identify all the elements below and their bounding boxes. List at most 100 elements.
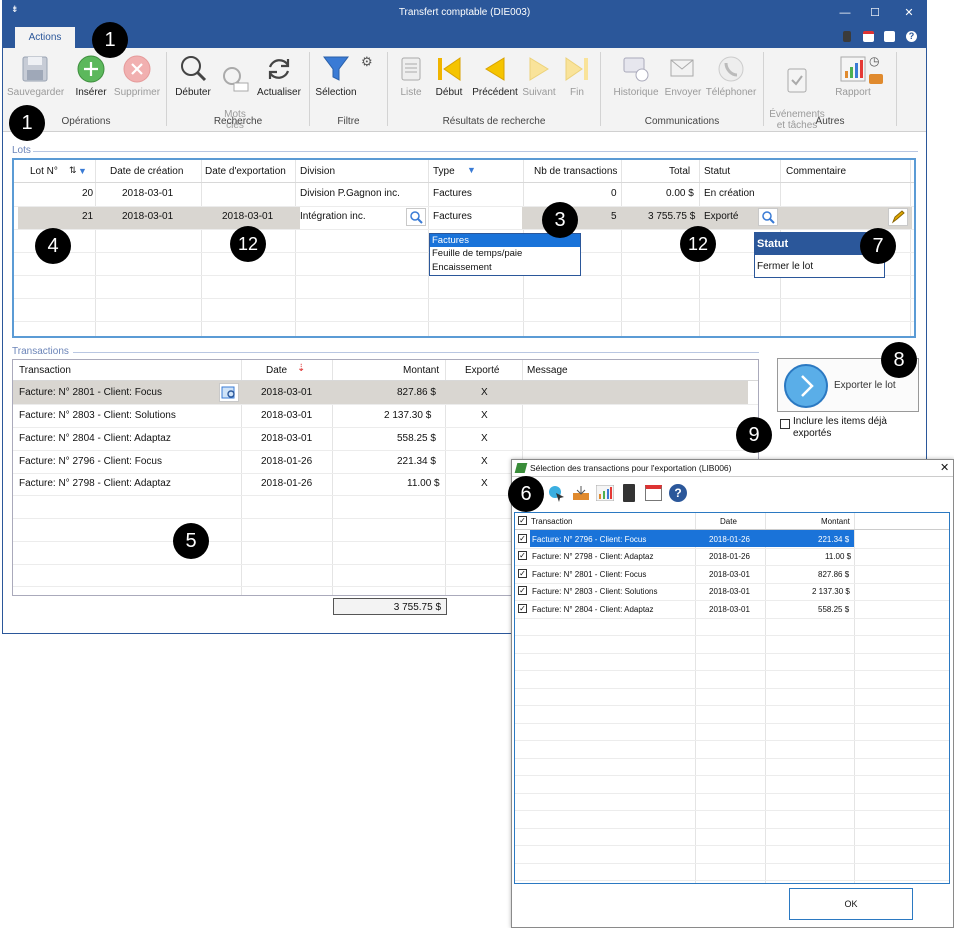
transaction-exported[interactable]: X — [481, 456, 488, 467]
transaction-label[interactable]: Facture: N° 2798 - Client: Adaptaz — [19, 478, 171, 489]
refresh-button[interactable]: Actualiser — [251, 54, 307, 98]
transaction-exported[interactable]: X — [481, 410, 488, 421]
filter-icon[interactable]: ▼ — [78, 166, 87, 176]
transaction-date[interactable]: 2018-01-26 — [261, 456, 312, 467]
dialog-row-date[interactable]: 2018-01-26 — [709, 552, 750, 561]
select-all-checkbox[interactable]: ✓ — [518, 516, 527, 525]
events-button[interactable]: Événements et tâches — [765, 54, 829, 142]
dialog-row-amount[interactable]: 2 137.30 $ — [812, 587, 850, 596]
edit-comment-icon[interactable] — [888, 208, 908, 226]
help-icon[interactable]: ? — [906, 31, 917, 42]
col-total[interactable]: Total — [669, 166, 690, 177]
row-checkbox[interactable]: ✓ — [518, 569, 527, 578]
dialog-row-date[interactable]: 2018-03-01 — [709, 587, 750, 596]
filter-settings-icon[interactable]: ⚙ — [361, 54, 373, 70]
open-transaction-icon[interactable] — [219, 383, 239, 402]
dialog-col-transaction[interactable]: Transaction — [531, 517, 573, 526]
lot-division[interactable]: Division P.Gagnon inc. — [300, 188, 400, 199]
transaction-date[interactable]: 2018-03-01 — [261, 433, 312, 444]
lot-number[interactable]: 20 — [82, 188, 93, 199]
calculator-icon[interactable] — [843, 31, 851, 42]
status-search-icon[interactable] — [758, 208, 778, 226]
dialog-row-amount[interactable]: 11.00 $ — [825, 552, 851, 561]
close-icon[interactable]: ✕ — [899, 4, 919, 22]
transaction-label[interactable]: Facture: N° 2801 - Client: Focus — [19, 387, 162, 398]
sort-asc-icon[interactable]: ⇅ — [69, 165, 77, 176]
lot-count[interactable]: 0 — [611, 188, 617, 199]
transaction-date[interactable]: 2018-03-01 — [261, 387, 312, 398]
col-type[interactable]: Type — [433, 166, 455, 177]
row-checkbox[interactable]: ✓ — [518, 586, 527, 595]
help-icon[interactable]: ? — [669, 484, 687, 502]
transaction-exported[interactable]: X — [481, 433, 488, 444]
inbox-icon[interactable] — [869, 74, 883, 84]
col-exported[interactable]: Exporté — [465, 365, 499, 376]
lot-number[interactable]: 21 — [82, 211, 93, 222]
lot-created[interactable]: 2018-03-01 — [122, 211, 173, 222]
calculator-icon[interactable] — [623, 484, 635, 502]
dialog-row-transaction[interactable]: Facture: N° 2796 - Client: Focus — [532, 535, 646, 544]
close-lot-item[interactable]: Fermer le lot — [757, 261, 813, 272]
type-dropdown[interactable]: Factures Feuille de temps/paie Encaissem… — [429, 233, 581, 276]
ok-button[interactable]: OK — [789, 888, 913, 920]
transaction-label[interactable]: Facture: N° 2796 - Client: Focus — [19, 456, 162, 467]
phone-button[interactable]: Téléphoner — [699, 54, 763, 98]
delete-button[interactable]: Supprimer — [109, 54, 165, 98]
minimize-icon[interactable]: — — [835, 4, 855, 22]
selection-button[interactable]: Sélection — [308, 54, 364, 98]
lot-total[interactable]: 3 755.75 $ — [648, 211, 695, 222]
type-option[interactable]: Feuille de temps/paie — [432, 248, 522, 259]
type-option[interactable]: Encaissement — [432, 262, 492, 273]
transaction-amount[interactable]: 221.34 $ — [397, 456, 436, 467]
transaction-amount[interactable]: 827.86 $ — [397, 387, 436, 398]
col-message[interactable]: Message — [527, 365, 568, 376]
transaction-label[interactable]: Facture: N° 2803 - Client: Solutions — [19, 410, 176, 421]
dialog-close-icon[interactable]: ✕ — [940, 461, 949, 474]
tab-actions[interactable]: Actions — [15, 27, 75, 48]
dialog-row-amount[interactable]: 221.34 $ — [818, 535, 849, 544]
row-checkbox[interactable]: ✓ — [518, 604, 527, 613]
export-tray-icon[interactable] — [572, 485, 590, 501]
col-created[interactable]: Date de création — [110, 166, 183, 177]
transaction-amount[interactable]: 11.00 $ — [407, 478, 440, 489]
col-exported[interactable]: Date d'exportation — [205, 166, 286, 177]
col-transaction[interactable]: Transaction — [19, 365, 71, 376]
lot-status[interactable]: Exporté — [704, 211, 738, 222]
clock-icon[interactable]: ◷ — [869, 54, 879, 68]
transaction-exported[interactable]: X — [481, 387, 488, 398]
dialog-row-date[interactable]: 2018-01-26 — [709, 535, 750, 544]
include-exported-checkbox[interactable] — [780, 419, 790, 429]
type-filter-icon[interactable]: ▼ — [467, 165, 476, 175]
dialog-row-transaction[interactable]: Facture: N° 2798 - Client: Adaptaz — [532, 552, 653, 561]
dialog-row-amount[interactable]: 558.25 $ — [818, 605, 849, 614]
dialog-row-transaction[interactable]: Facture: N° 2801 - Client: Focus — [532, 570, 646, 579]
col-status[interactable]: Statut — [704, 166, 730, 177]
col-count[interactable]: Nb de transactions — [534, 166, 617, 177]
save-button[interactable]: Sauvegarder — [7, 54, 64, 98]
division-search-icon[interactable] — [406, 208, 426, 226]
row-checkbox[interactable]: ✓ — [518, 534, 527, 543]
col-comment[interactable]: Commentaire — [786, 166, 846, 177]
print-icon[interactable] — [884, 31, 895, 42]
dialog-row-date[interactable]: 2018-03-01 — [709, 570, 750, 579]
transaction-amount[interactable]: 558.25 $ — [397, 433, 436, 444]
lot-total[interactable]: 0.00 $ — [666, 188, 694, 199]
col-date[interactable]: Date — [266, 365, 287, 376]
select-all-icon[interactable] — [547, 484, 565, 502]
col-lot-number[interactable]: Lot N° — [30, 166, 58, 177]
dialog-col-amount[interactable]: Montant — [821, 517, 850, 526]
lot-created[interactable]: 2018-03-01 — [122, 188, 173, 199]
calendar-icon[interactable] — [863, 31, 874, 42]
transaction-date[interactable]: 2018-03-01 — [261, 410, 312, 421]
maximize-icon[interactable]: ☐ — [865, 4, 885, 22]
transaction-label[interactable]: Facture: N° 2804 - Client: Adaptaz — [19, 433, 171, 444]
row-checkbox[interactable]: ✓ — [518, 551, 527, 560]
last-button[interactable]: Fin — [549, 54, 605, 98]
lot-exported[interactable]: 2018-03-01 — [222, 211, 273, 222]
calendar-icon[interactable] — [645, 485, 662, 501]
sort-desc-icon[interactable]: ⇣ — [297, 363, 305, 374]
transaction-amount[interactable]: 2 137.30 $ — [384, 410, 431, 421]
lot-division[interactable]: Intégration inc. — [300, 211, 366, 222]
dialog-row-transaction[interactable]: Facture: N° 2804 - Client: Adaptaz — [532, 605, 653, 614]
transaction-date[interactable]: 2018-01-26 — [261, 478, 312, 489]
